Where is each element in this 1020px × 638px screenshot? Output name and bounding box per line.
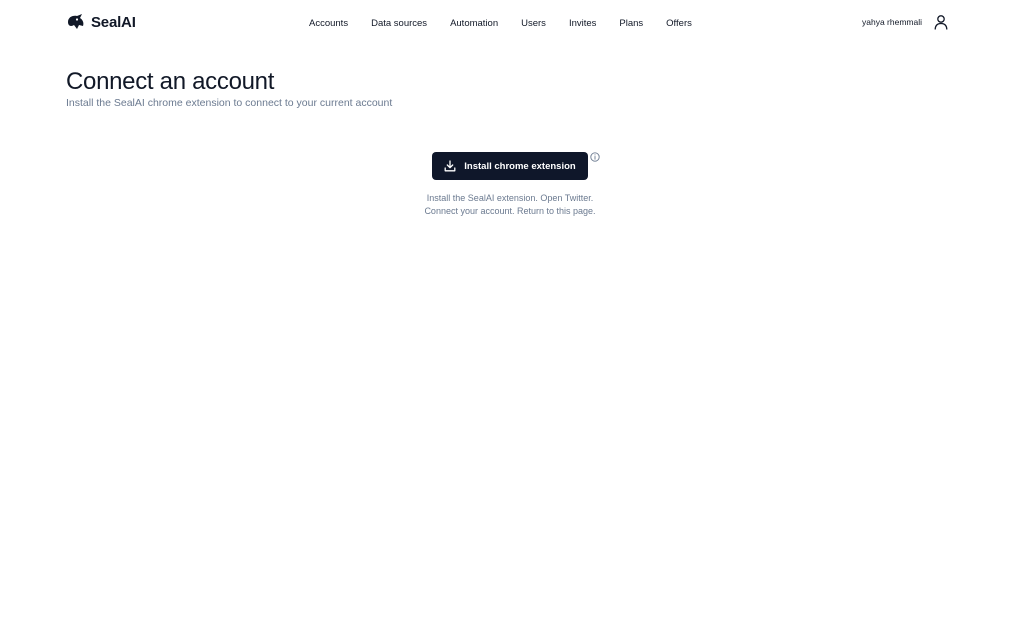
instructions-line-1: Install the SealAI extension. Open Twitt… — [426, 193, 594, 203]
seal-logo-icon — [66, 13, 86, 31]
nav-item-plans[interactable]: Plans — [619, 18, 643, 29]
page: SealAI Accounts Data sources Automation … — [0, 0, 1020, 638]
nav-item-accounts[interactable]: Accounts — [309, 18, 348, 29]
page-title: Connect an account — [66, 68, 275, 95]
brand-name: SealAI — [91, 13, 136, 31]
nav-item-offers[interactable]: Offers — [666, 18, 692, 29]
user-menu[interactable]: yahya rhemmali — [862, 14, 948, 30]
nav-item-data-sources[interactable]: Data sources — [371, 18, 427, 29]
user-name[interactable]: yahya rhemmali — [862, 17, 922, 27]
install-chrome-extension-button[interactable]: Install chrome extension — [432, 152, 588, 180]
user-icon[interactable] — [934, 14, 948, 30]
download-icon — [444, 160, 456, 172]
nav-item-users[interactable]: Users — [521, 18, 546, 29]
page-subtitle: Install the SealAI chrome extension to c… — [66, 97, 393, 109]
top-navbar: SealAI Accounts Data sources Automation … — [0, 0, 1020, 48]
install-row: Install chrome extension — [432, 152, 600, 180]
install-button-label: Install chrome extension — [464, 160, 576, 172]
brand-logo-link[interactable]: SealAI — [66, 13, 136, 31]
main-nav: Accounts Data sources Automation Users I… — [309, 18, 692, 29]
install-instructions: Install the SealAI extension. Open Twitt… — [400, 192, 620, 218]
nav-item-automation[interactable]: Automation — [450, 18, 498, 29]
instructions-line-2: Connect your account. Return to this pag… — [424, 206, 596, 216]
nav-item-invites[interactable]: Invites — [569, 18, 596, 29]
install-section: Install chrome extension Install the Sea… — [0, 152, 1020, 218]
info-icon[interactable] — [590, 152, 600, 162]
